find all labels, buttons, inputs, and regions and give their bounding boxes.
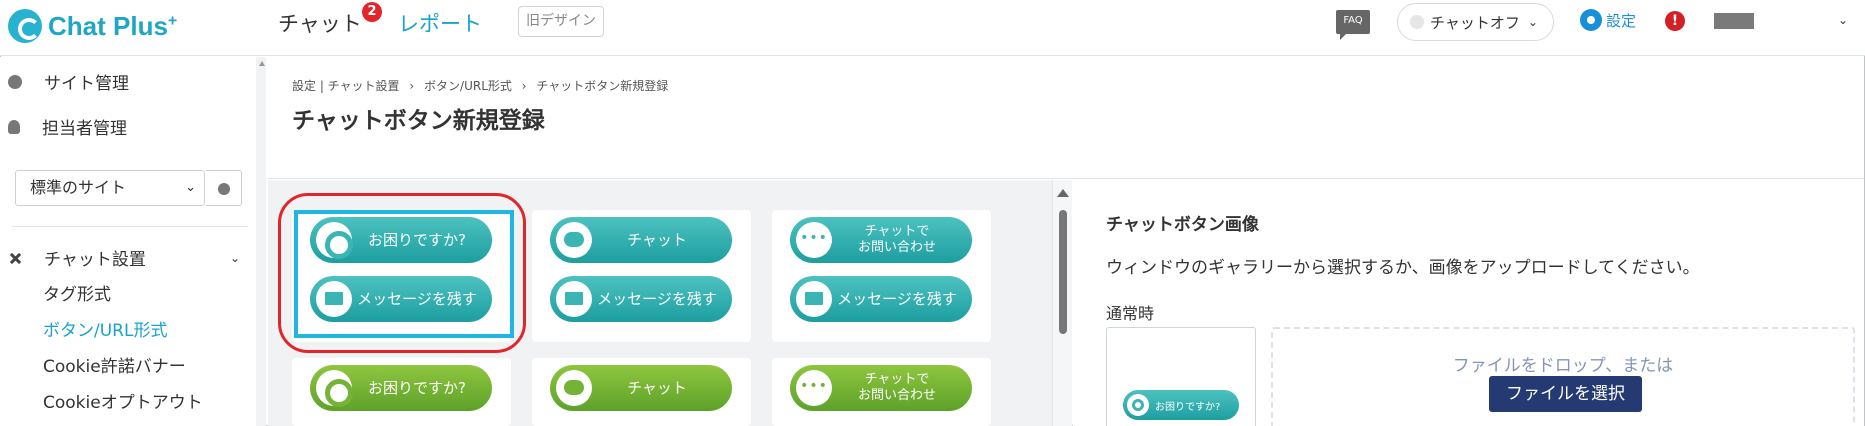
faq-icon[interactable]: FAQ	[1336, 10, 1370, 40]
chat-status-label: チャットオフ	[1430, 13, 1520, 32]
person-icon	[8, 119, 20, 134]
scroll-up-arrow-icon[interactable]	[1057, 189, 1069, 197]
chevron-down-icon: ⌄	[1527, 15, 1538, 29]
sidebar-item-site-management[interactable]: サイト管理	[8, 69, 129, 94]
breadcrumb-button-url[interactable]: ボタン/URL形式	[424, 79, 512, 93]
breadcrumb-separator: ›	[521, 79, 527, 93]
chat-status-toggle[interactable]: チャットオフ ⌄	[1397, 3, 1554, 41]
gallery-button-label: チャットで お問い合わせ	[857, 372, 936, 403]
sidebar-divider	[12, 226, 248, 227]
mail-icon	[796, 281, 832, 317]
panel-description: ウィンドウのギャラリーから選択するか、画像をアップロードしてください。	[1106, 258, 1700, 278]
page-title: チャットボタン新規登録	[292, 108, 545, 134]
gallery-button-label: チャットで お問い合わせ	[857, 224, 936, 255]
gallery-button-top: お困りですか?	[310, 365, 492, 411]
logo-icon	[8, 9, 42, 43]
normal-state-label: 通常時	[1106, 304, 1155, 323]
sidebar-item-label: 担当者管理	[42, 119, 127, 139]
sidebar-scrollbar[interactable]	[256, 57, 266, 426]
mail-icon	[556, 281, 592, 317]
gallery-card[interactable]: チャットで お問い合わせ	[772, 358, 991, 426]
logo-text: Chat Plus	[48, 10, 168, 41]
logo[interactable]: Chat Plus+	[8, 6, 177, 46]
gallery-button-label: お困りですか?	[368, 378, 466, 397]
sidebar: サイト管理 担当者管理 標準のサイト ⌄ チャット設置 ⌄ タグ形式 ボタン/U…	[0, 57, 256, 426]
select-file-button[interactable]: ファイルを選択	[1489, 376, 1642, 412]
chat-count-badge: 2	[362, 2, 382, 22]
sidebar-item-label: サイト管理	[44, 74, 129, 94]
panel-title: チャットボタン画像	[1106, 215, 1259, 235]
gear-icon	[1127, 394, 1149, 416]
site-select-value: 標準のサイト	[30, 178, 127, 197]
gallery-button-top: チャットで お問い合わせ	[790, 365, 972, 411]
status-dot-icon	[1410, 15, 1424, 29]
file-drop-zone[interactable]: ファイルをドロップ、または ファイルを選択	[1271, 327, 1855, 426]
highlight-annotation	[278, 193, 526, 353]
chevron-down-icon: ⌄	[229, 250, 240, 265]
gear-icon	[1580, 9, 1602, 31]
top-header: Chat Plus+ チャット 2 レポート 旧デザイン FAQ チャットオフ …	[0, 0, 1865, 56]
normal-image-preview[interactable]: お困りですか?	[1106, 327, 1256, 426]
breadcrumb-separator: ›	[409, 79, 415, 93]
gallery-card[interactable]: お困りですか?	[292, 358, 511, 426]
nav-report[interactable]: レポート	[398, 8, 482, 38]
sidebar-item-cookie-banner[interactable]: Cookie許諾バナー	[43, 352, 186, 377]
alert-icon[interactable]: !	[1665, 11, 1685, 31]
gallery-card[interactable]: チャット メッセージを残す	[532, 210, 751, 342]
gallery-card[interactable]: チャットで お問い合わせ メッセージを残す	[772, 210, 991, 342]
preview-button-label: お困りですか?	[1155, 401, 1221, 413]
gallery-button-top: チャットで お問い合わせ	[790, 217, 972, 263]
sidebar-section-label: チャット設置	[44, 250, 146, 270]
sidebar-item-button-url-format[interactable]: ボタン/URL形式	[43, 316, 167, 341]
sidebar-item-staff-management[interactable]: 担当者管理	[8, 114, 127, 139]
gallery-button-label: メッセージを残す	[597, 289, 717, 308]
gallery-button-bottom: メッセージを残す	[790, 276, 972, 322]
gear-icon	[8, 74, 22, 89]
chevron-down-icon: ⌄	[185, 180, 196, 195]
settings-label: 設定	[1606, 11, 1637, 30]
preview-button: お困りですか?	[1123, 390, 1239, 420]
page-header: 設定 | チャット設置 › ボタン/URL形式 › チャットボタン新規登録 チャ…	[268, 57, 1864, 179]
tools-icon	[8, 251, 22, 265]
gallery-button-bottom: メッセージを残す	[550, 276, 732, 322]
dots-icon	[796, 370, 832, 406]
settings-link[interactable]: 設定	[1580, 9, 1636, 31]
user-menu-chevron-icon[interactable]: ⌄	[1838, 13, 1848, 27]
gallery-scrollbar[interactable]	[1052, 180, 1072, 426]
nav-chat[interactable]: チャット	[278, 8, 362, 38]
breadcrumb: 設定 | チャット設置 › ボタン/URL形式 › チャットボタン新規登録	[292, 77, 674, 94]
logo-plus: +	[167, 11, 178, 29]
chat-bubble-icon	[556, 222, 592, 258]
dots-icon	[796, 222, 832, 258]
sidebar-item-cookie-optout[interactable]: Cookieオプトアウト	[43, 388, 203, 413]
gallery-card[interactable]: チャット	[532, 358, 751, 426]
scrollbar-thumb[interactable]	[1059, 210, 1067, 334]
gallery-button-label: チャット	[627, 378, 687, 397]
gallery-button-top: チャット	[550, 365, 732, 411]
button-image-panel: チャットボタン画像 ウィンドウのギャラリーから選択するか、画像をアップロードして…	[1073, 180, 1864, 426]
site-settings-gear-icon[interactable]	[206, 170, 242, 206]
chat-bubble-icon	[556, 370, 592, 406]
breadcrumb-current: チャットボタン新規登録	[536, 79, 669, 93]
gallery-button-label: チャット	[627, 230, 687, 249]
sidebar-item-tag-format[interactable]: タグ形式	[43, 280, 111, 305]
sidebar-section-chat-setup[interactable]: チャット設置 ⌄	[8, 245, 240, 270]
user-avatar[interactable]	[1714, 13, 1754, 29]
gallery-button-label: メッセージを残す	[837, 289, 957, 308]
breadcrumb-settings[interactable]: 設定 | チャット設置	[292, 79, 400, 93]
gear-icon	[316, 370, 353, 407]
site-select[interactable]: 標準のサイト ⌄	[15, 170, 205, 206]
old-design-button[interactable]: 旧デザイン	[518, 6, 604, 37]
drop-zone-text: ファイルをドロップ、または	[1452, 356, 1674, 376]
gallery-button-top: チャット	[550, 217, 732, 263]
